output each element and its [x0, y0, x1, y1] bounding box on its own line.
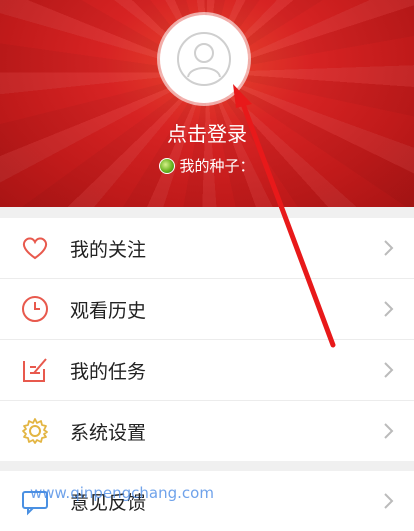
- edit-icon: [20, 355, 50, 385]
- my-seeds: 我的种子：: [0, 155, 414, 176]
- user-icon: [177, 32, 231, 86]
- chevron-right-icon: [376, 419, 400, 443]
- login-link[interactable]: 点击登录: [0, 118, 414, 147]
- menu-item-history[interactable]: 观看历史: [0, 279, 414, 340]
- chevron-right-icon: [376, 489, 400, 513]
- seeds-label: 我的种子：: [179, 157, 255, 175]
- chevron-right-icon: [376, 297, 400, 321]
- chevron-right-icon: [376, 236, 400, 260]
- heart-icon: [20, 233, 50, 263]
- clock-icon: [20, 294, 50, 324]
- menu-item-label: 观看历史: [70, 299, 147, 322]
- gear-icon: [20, 416, 50, 446]
- watermark-text: www.qinpengchang.com: [30, 484, 214, 502]
- menu-item-label: 我的关注: [70, 238, 147, 261]
- chevron-right-icon: [376, 358, 400, 382]
- menu-item-settings[interactable]: 系统设置: [0, 401, 414, 461]
- profile-header: 点击登录 我的种子：: [0, 0, 414, 207]
- menu-item-tasks[interactable]: 我的任务: [0, 340, 414, 401]
- menu-item-label: 系统设置: [70, 421, 147, 444]
- avatar[interactable]: [160, 15, 248, 103]
- menu-item-follow[interactable]: 我的关注: [0, 218, 414, 279]
- menu-item-label: 我的任务: [70, 360, 147, 383]
- menu-list: 我的关注 观看历史 我的任务 系统设置: [0, 218, 414, 461]
- seed-icon: [159, 157, 176, 174]
